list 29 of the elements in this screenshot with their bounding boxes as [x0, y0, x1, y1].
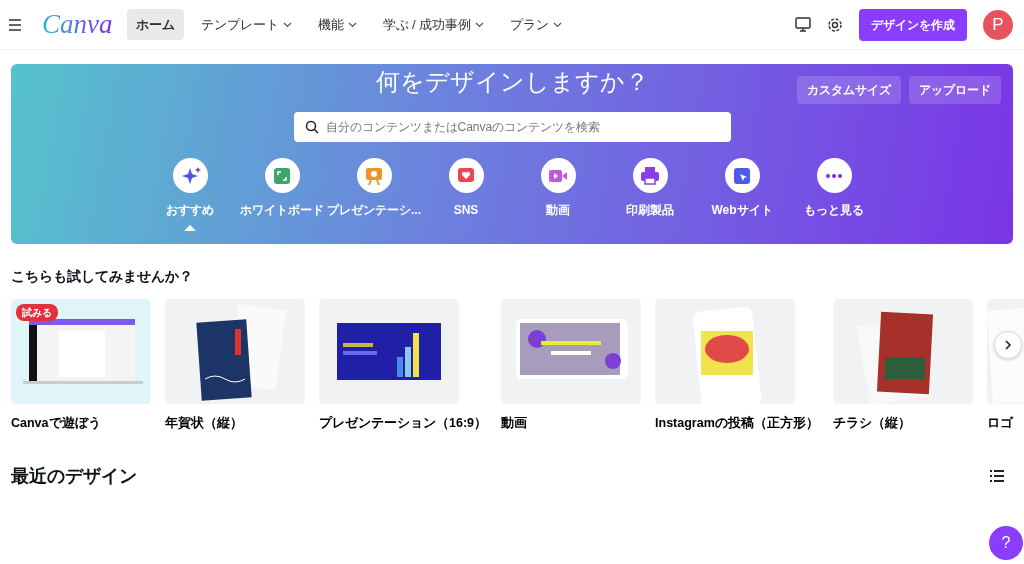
nav-tab[interactable]: プラン	[501, 8, 572, 41]
search-icon	[304, 120, 319, 134]
create-design-button[interactable]: デザインを作成	[859, 8, 967, 41]
category-button[interactable]: 動画	[512, 158, 604, 219]
category-button[interactable]: SNS	[420, 158, 512, 219]
category-button[interactable]: 印刷製品	[604, 158, 696, 219]
avatar[interactable]: P	[983, 9, 1013, 40]
try-badge: 試みる	[16, 304, 58, 321]
menu-icon[interactable]	[8, 18, 22, 31]
category-button[interactable]: プレゼンテーシ...	[328, 158, 420, 219]
nav-tab[interactable]: テンプレート	[191, 8, 301, 41]
category-button[interactable]: ホワイトボード	[236, 158, 328, 219]
chevron-right-icon	[1004, 340, 1012, 350]
nav-tab[interactable]: 機能	[308, 8, 366, 41]
hero-button[interactable]: アップロード	[909, 76, 1001, 104]
category-button[interactable]: Webサイト	[696, 158, 788, 219]
category-button[interactable]: もっと見る	[788, 158, 880, 219]
hero-button[interactable]: カスタムサイズ	[797, 76, 901, 104]
help-button[interactable]: ?	[989, 526, 1023, 560]
section-title: 最近のデザイン	[11, 464, 137, 488]
list-view-icon[interactable]	[990, 470, 1004, 483]
category-button[interactable]: おすすめ	[144, 158, 236, 219]
section-title: こちらも試してみませんか？	[11, 267, 194, 286]
nav-tab[interactable]: 学ぶ / 成功事例	[373, 8, 494, 41]
settings-icon[interactable]	[827, 16, 843, 33]
hero-title: 何をデザインしますか？	[375, 67, 649, 97]
nav-tab[interactable]: ホーム	[126, 8, 184, 41]
search-field[interactable]: 自分のコンテンツまたはCanvaのコンテンツを検索	[293, 112, 731, 142]
monitor-icon[interactable]	[795, 17, 811, 32]
